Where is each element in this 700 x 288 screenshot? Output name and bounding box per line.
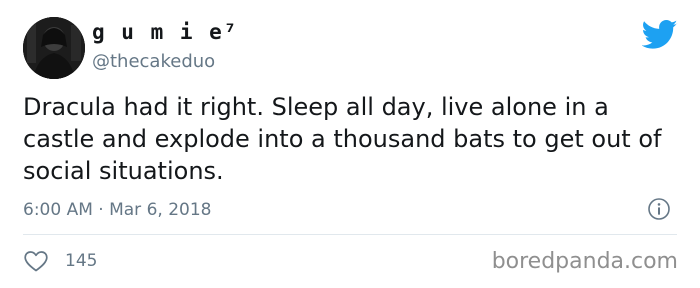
divider [23, 234, 677, 235]
display-name[interactable]: g u m i e⁷ [92, 18, 238, 46]
handle[interactable]: @thecakeduo [92, 50, 215, 74]
timestamp[interactable]: 6:00 AM · Mar 6, 2018 [23, 197, 211, 223]
avatar-image [23, 17, 85, 79]
info-icon[interactable] [647, 197, 671, 221]
like-button[interactable]: 145 [23, 248, 97, 274]
heart-outline-icon [24, 251, 48, 272]
tweet-card: g u m i e⁷ @thecakeduo Dracula had it ri… [0, 0, 700, 288]
watermark: boredpanda.com [491, 249, 678, 274]
tweet-text: Dracula had it right. Sleep all day, liv… [23, 93, 662, 185]
like-count: 145 [65, 251, 98, 271]
avatar[interactable] [23, 17, 85, 79]
twitter-bird-icon[interactable] [642, 20, 678, 50]
